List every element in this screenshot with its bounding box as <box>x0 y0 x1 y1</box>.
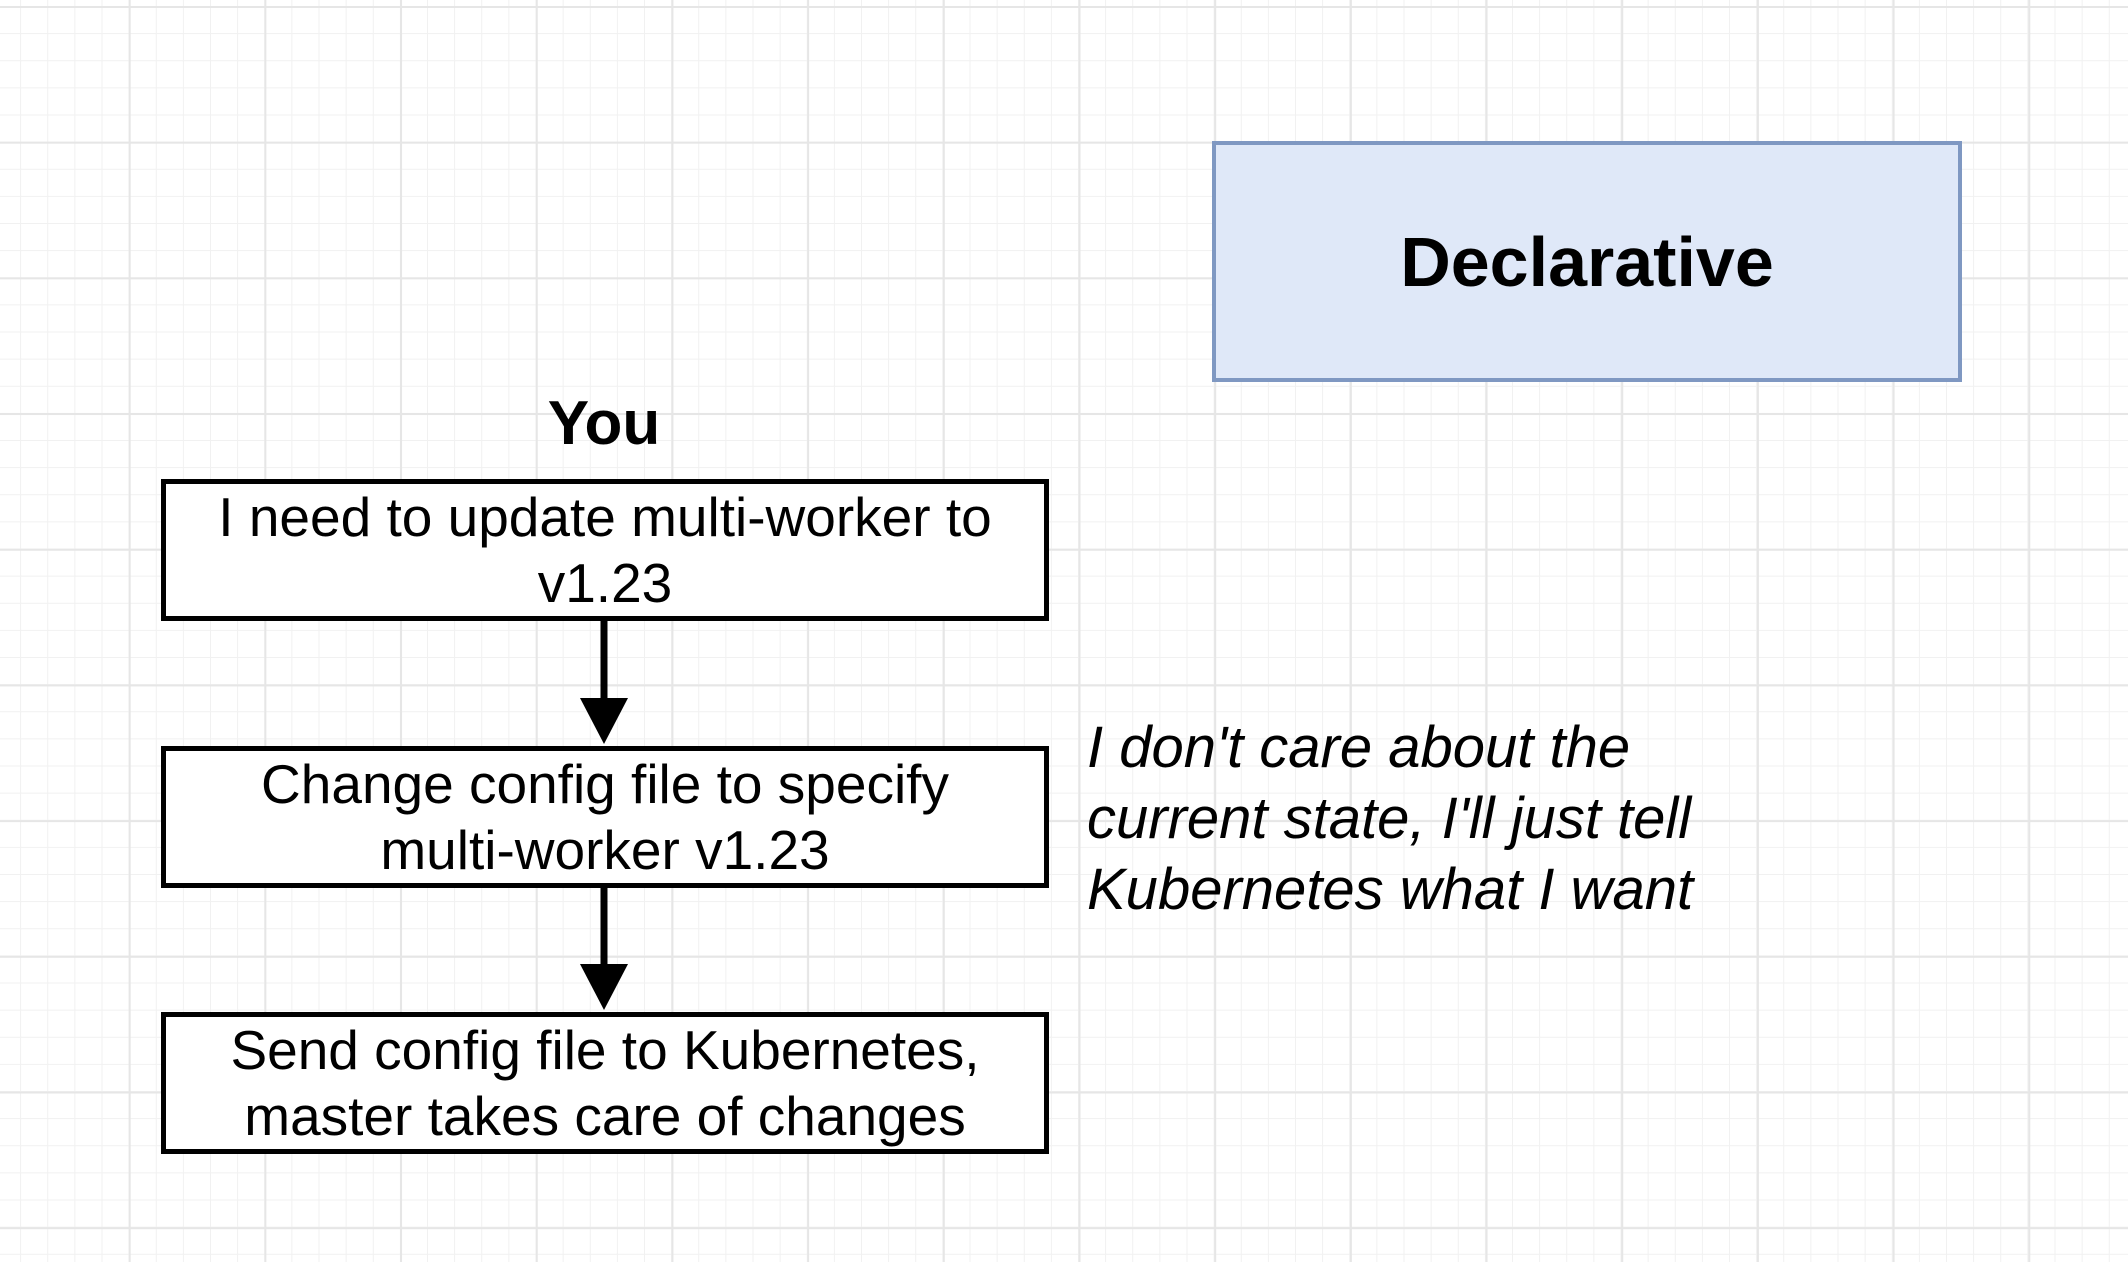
arrow-step1-to-step2 <box>580 619 628 744</box>
flow-arrows <box>580 619 628 1010</box>
annotation-note: I don't care about the current state, I'… <box>1087 715 1694 922</box>
arrow-step2-to-step3 <box>580 886 628 1010</box>
